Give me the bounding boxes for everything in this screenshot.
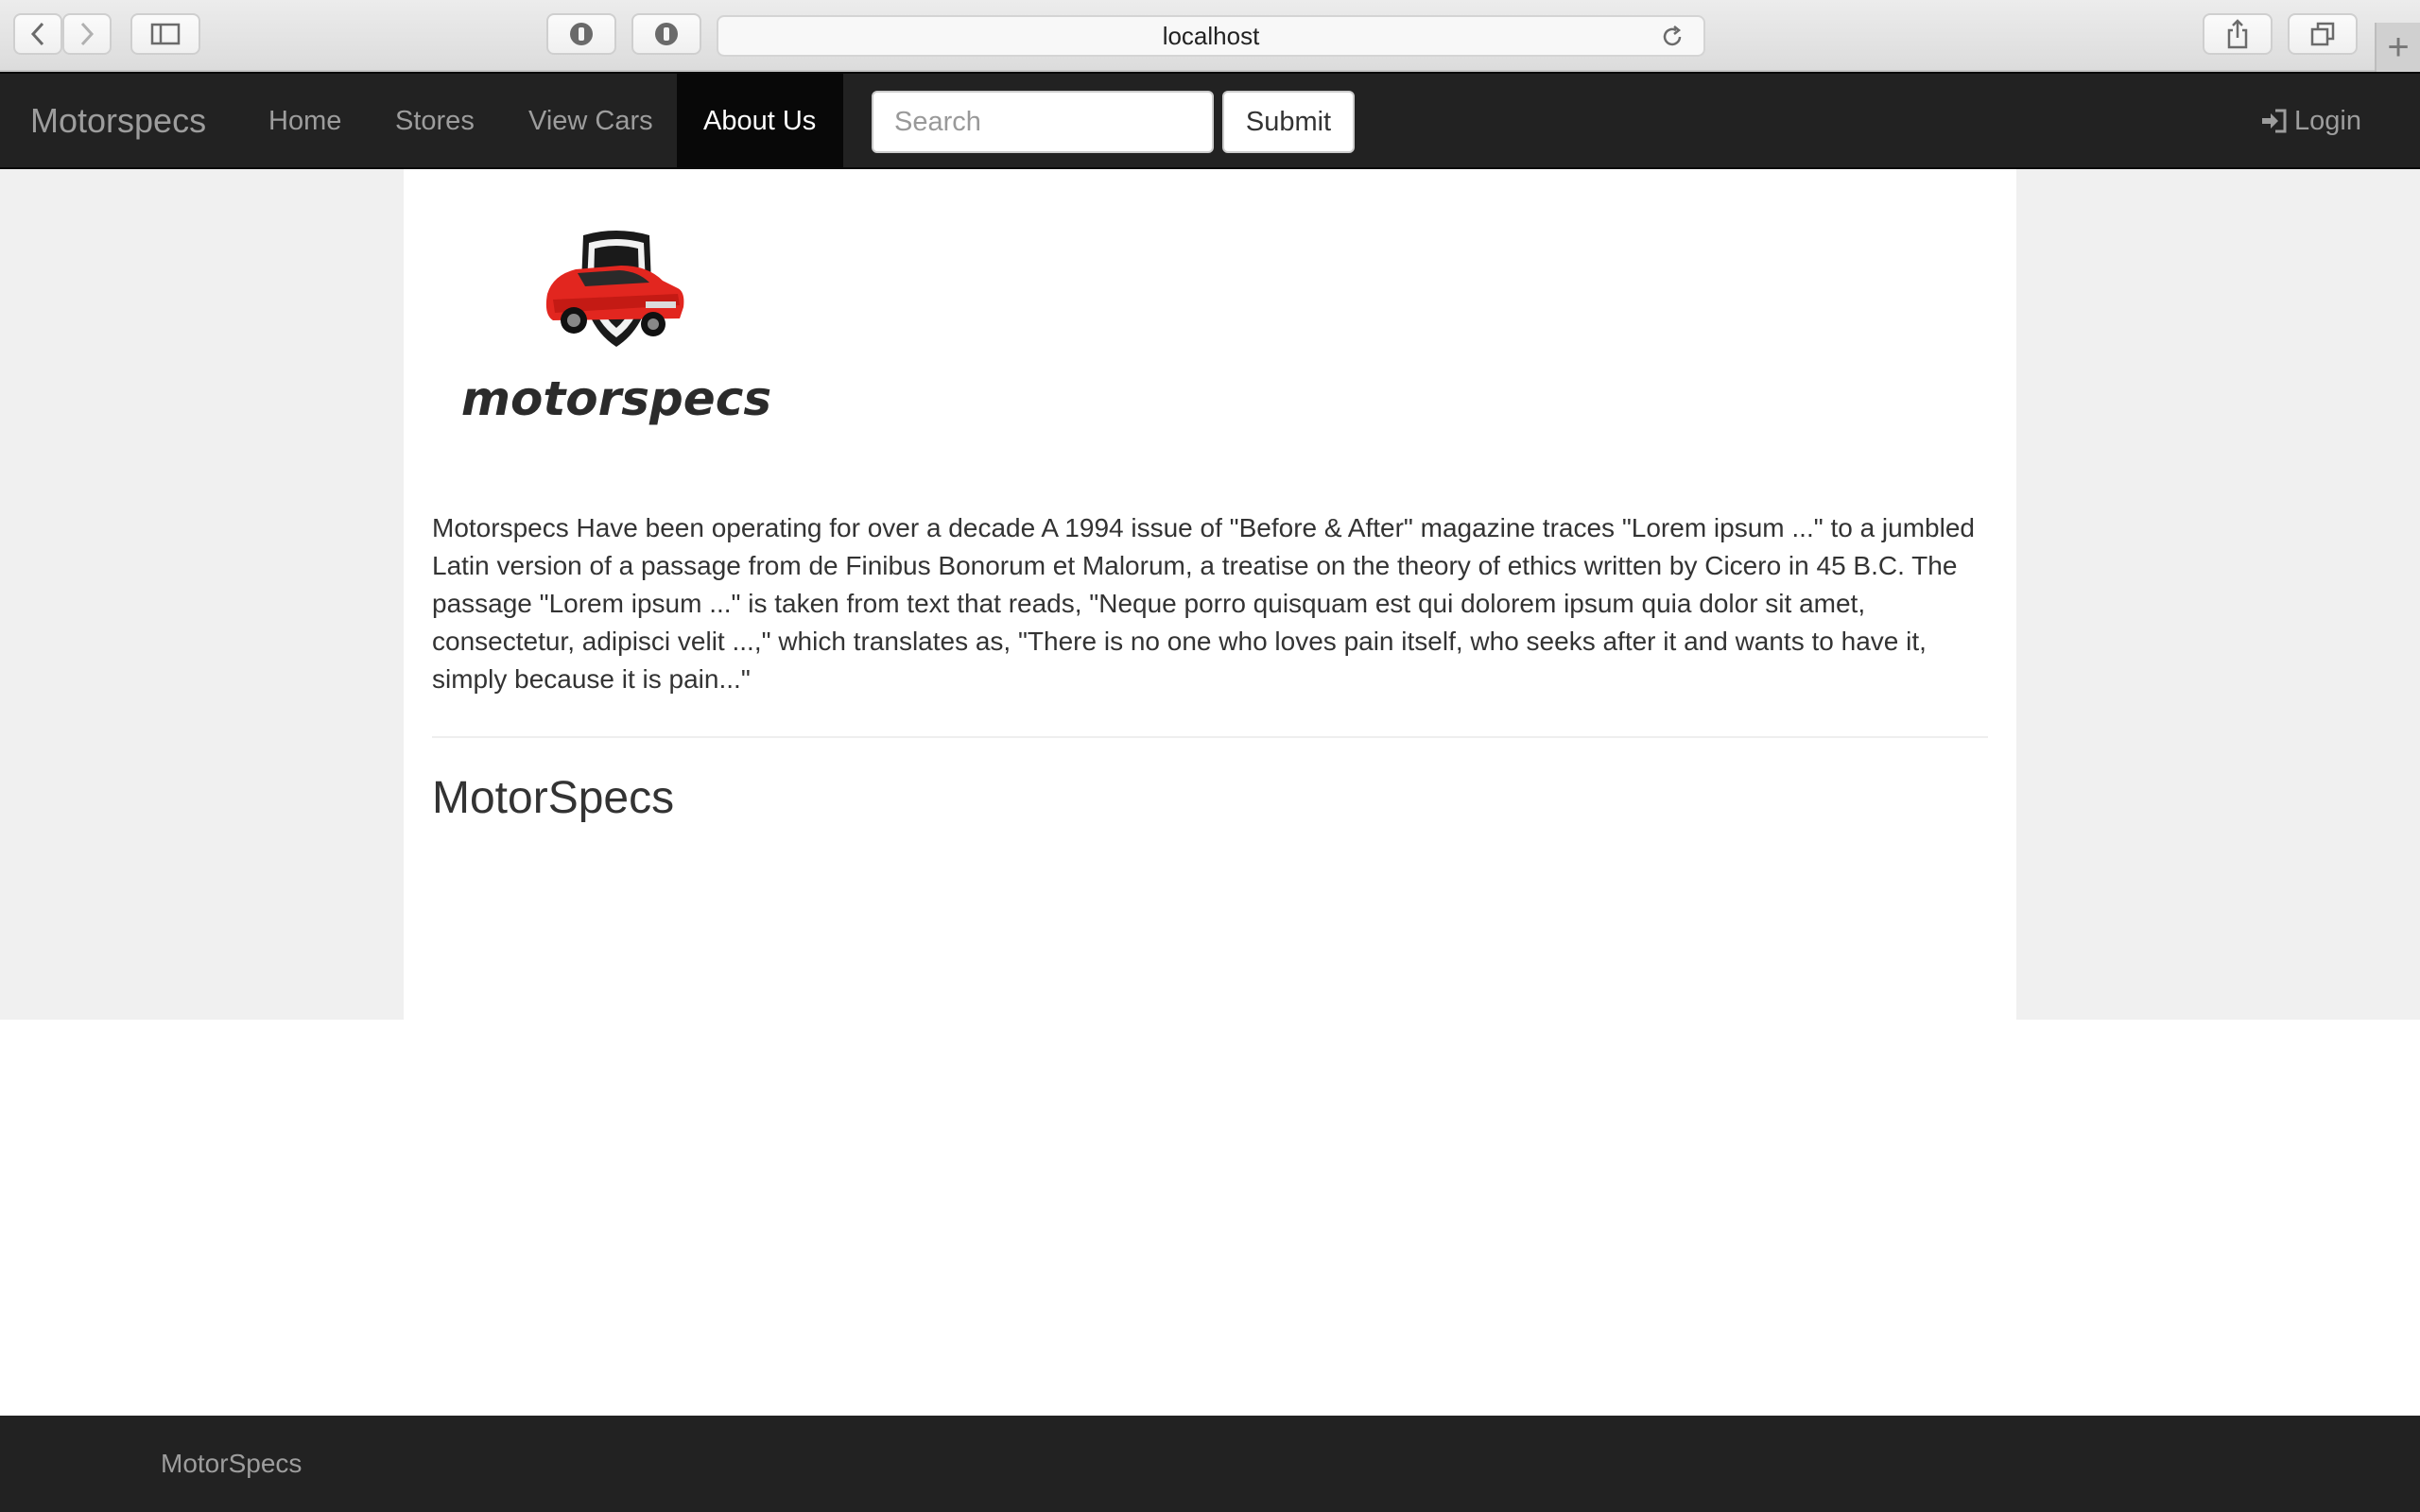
submit-button[interactable]: Submit bbox=[1222, 91, 1355, 153]
sidebar-icon bbox=[150, 23, 181, 45]
extension-icon bbox=[570, 23, 593, 45]
new-tab-button[interactable]: + bbox=[2375, 23, 2420, 72]
tabs-icon bbox=[2310, 22, 2335, 46]
sidebar-button[interactable] bbox=[130, 13, 200, 55]
footer: MotorSpecs bbox=[0, 1416, 2420, 1512]
nav-home[interactable]: Home bbox=[242, 74, 368, 168]
url-text: localhost bbox=[1162, 21, 1260, 50]
extension-icon bbox=[655, 23, 678, 45]
motorspecs-logo: motorspecs bbox=[460, 226, 772, 443]
search-input[interactable] bbox=[872, 91, 1214, 153]
back-icon bbox=[30, 22, 44, 46]
navbar-brand[interactable]: Motorspecs bbox=[30, 74, 206, 168]
forward-button[interactable] bbox=[62, 13, 112, 55]
tabs-button[interactable] bbox=[2288, 13, 2358, 55]
nav-stores[interactable]: Stores bbox=[369, 74, 501, 168]
reload-icon[interactable] bbox=[1660, 25, 1685, 56]
login-link[interactable]: Login bbox=[2260, 74, 2361, 168]
nav-about-us[interactable]: About Us bbox=[677, 74, 843, 168]
share-icon bbox=[2227, 19, 2248, 49]
address-bar[interactable]: localhost bbox=[717, 15, 1705, 57]
main-container: motorspecs Motorspecs Have been operatin… bbox=[404, 169, 2016, 1020]
extension-button[interactable] bbox=[631, 13, 701, 55]
browser-toolbar: localhost + bbox=[0, 0, 2420, 72]
share-button[interactable] bbox=[2203, 13, 2273, 55]
back-button[interactable] bbox=[13, 13, 62, 55]
nav-view-cars[interactable]: View Cars bbox=[502, 74, 680, 168]
extension-button[interactable] bbox=[546, 13, 616, 55]
forward-icon bbox=[80, 22, 95, 46]
logo-wordmark: motorspecs bbox=[461, 371, 771, 426]
navbar: Motorspecs Home Stores View Cars About U… bbox=[0, 72, 2420, 169]
login-label: Login bbox=[2294, 105, 2361, 136]
page-heading: MotorSpecs bbox=[432, 773, 675, 823]
about-paragraph: Motorspecs Have been operating for over … bbox=[432, 513, 1975, 694]
login-icon bbox=[2262, 109, 2287, 133]
plus-icon: + bbox=[2387, 26, 2410, 68]
footer-brand: MotorSpecs bbox=[161, 1449, 302, 1478]
divider bbox=[432, 736, 1988, 738]
